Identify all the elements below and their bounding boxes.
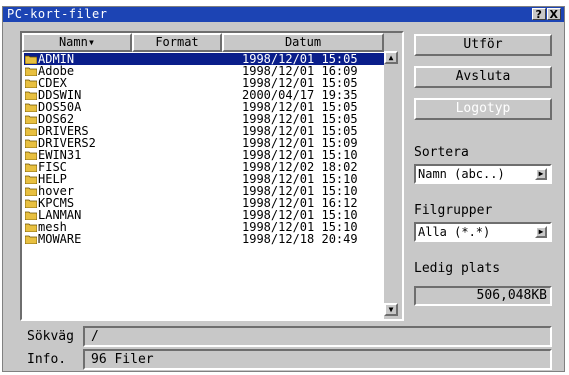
file-date-cell: 1998/12/18 20:49 [242, 232, 358, 246]
column-header-date[interactable]: Datum [222, 33, 384, 52]
folder-icon [25, 67, 37, 76]
free-space-value: 506,048KB [414, 286, 552, 306]
folder-icon [25, 199, 37, 208]
file-name-text: MOWARE [38, 232, 82, 246]
info-field: 96 Filer [83, 349, 552, 370]
file-rows: ADMIN 1998/12/01 15:05 Adobe 1998/12/01 16:… [24, 53, 384, 245]
scroll-up-arrow-icon[interactable]: ▲ [384, 51, 398, 64]
filegroups-value: Alla (*.*) [418, 225, 491, 239]
folder-icon [25, 139, 37, 148]
help-button[interactable]: ? [532, 8, 546, 21]
logo-button[interactable]: Logotyp [414, 98, 552, 120]
path-label: Sökväg [27, 329, 74, 344]
filegroups-select[interactable]: Alla (*.*) ▶ [414, 222, 552, 242]
folder-icon [25, 127, 37, 136]
column-header-format[interactable]: Format [132, 33, 222, 52]
folder-icon [25, 187, 37, 196]
vertical-scrollbar[interactable]: ▲ ▼ [384, 33, 402, 319]
window-title: PC-kort-filer [7, 7, 108, 21]
scroll-down-arrow-icon[interactable]: ▼ [384, 303, 398, 316]
folder-icon [25, 103, 37, 112]
column-headers: Namn▾ Format Datum [22, 33, 384, 52]
exit-button[interactable]: Avsluta [414, 66, 552, 88]
folder-icon [25, 223, 37, 232]
sort-label: Sortera [414, 145, 469, 160]
dropdown-arrow-icon[interactable]: ▶ [535, 226, 547, 238]
title-bar: PC-kort-filer ? X [3, 7, 564, 22]
execute-button[interactable]: Utför [414, 34, 552, 56]
file-dialog-window: PC-kort-filer ? X Namn▾ Format Datum ADM… [2, 6, 565, 372]
dropdown-arrow-icon[interactable]: ▶ [535, 168, 547, 180]
sort-select[interactable]: Namn (abc..) ▶ [414, 164, 552, 184]
folder-icon [25, 55, 37, 64]
file-list[interactable]: Namn▾ Format Datum ADMIN 1998/12/01 15:05… [20, 31, 404, 321]
folder-icon [25, 175, 37, 184]
folder-icon [25, 211, 37, 220]
close-button[interactable]: X [547, 8, 561, 21]
free-space-label: Ledig plats [414, 261, 501, 276]
info-label: Info. [27, 352, 67, 367]
column-header-name[interactable]: Namn▾ [22, 33, 132, 52]
path-field: / [83, 326, 552, 347]
folder-icon [25, 79, 37, 88]
filegroups-label: Filgrupper [414, 203, 493, 218]
file-name-cell: MOWARE [24, 233, 242, 245]
folder-icon [25, 115, 37, 124]
file-row[interactable]: MOWARE 1998/12/18 20:49 [24, 233, 384, 245]
folder-icon [25, 163, 37, 172]
sort-value: Namn (abc..) [418, 167, 505, 181]
folder-icon [25, 91, 37, 100]
folder-icon [25, 151, 37, 160]
folder-icon [25, 235, 37, 244]
